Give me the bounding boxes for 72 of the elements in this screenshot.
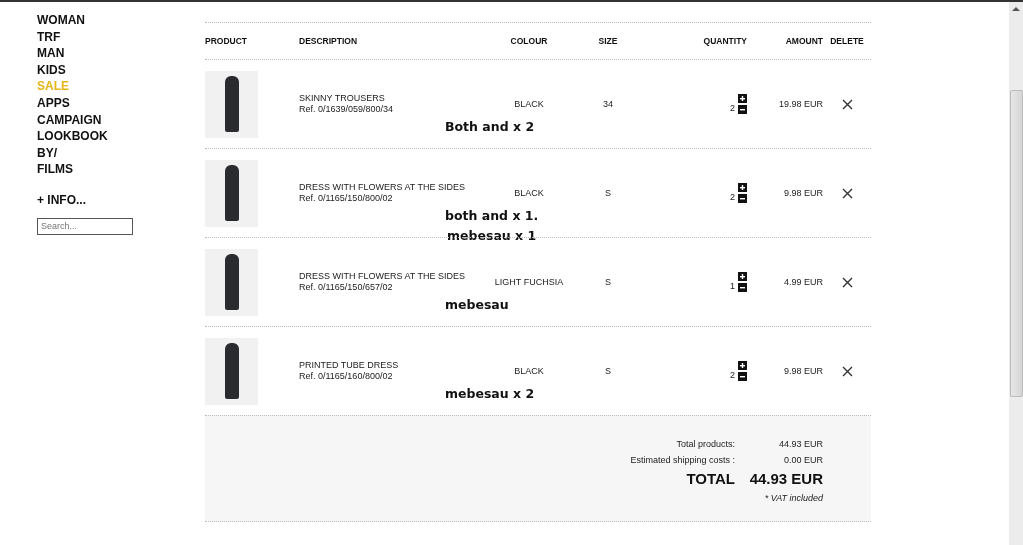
column-header: QUANTITY <box>702 36 747 46</box>
colour-text: BLACK <box>513 366 545 376</box>
size-text: S <box>604 277 612 287</box>
nav-link[interactable]: MAN <box>37 45 65 62</box>
plus-icon[interactable] <box>738 183 747 192</box>
summary-label: Estimated shipping costs : <box>630 454 735 467</box>
nav-link[interactable]: BY/ <box>37 144 57 162</box>
product-reference: Ref. 0/1639/059/800/34 <box>299 104 395 115</box>
info-link[interactable]: + INFO... <box>37 191 86 208</box>
close-icon[interactable] <box>841 276 853 288</box>
scrollbar[interactable] <box>1009 2 1023 545</box>
column-header: SIZE <box>597 36 619 46</box>
column-header: PRODUCT <box>205 36 249 46</box>
amount-text: 9.98 EUR <box>782 188 823 198</box>
nav-link[interactable]: FILMS <box>37 161 73 178</box>
column-header: AMOUNT <box>784 36 823 46</box>
amount-text: 4.99 EUR <box>782 277 823 287</box>
summary-value: 0.00 EUR <box>782 454 823 467</box>
minus-icon[interactable] <box>738 283 747 292</box>
annotation-text: mebesau x 2 <box>445 385 535 403</box>
colour-text: BLACK <box>513 99 545 109</box>
amount-text: 9.98 EUR <box>782 366 823 376</box>
minus-icon[interactable] <box>738 105 747 114</box>
colour-text: BLACK <box>513 188 545 198</box>
product-name: PRINTED TUBE DRESS <box>299 360 400 371</box>
amount-text: 19.98 EUR <box>777 99 823 109</box>
summary-label: Total products: <box>676 438 735 451</box>
nav-link[interactable]: KIDS <box>37 61 66 79</box>
size-text: S <box>604 188 612 198</box>
quantity-text: 2 <box>730 102 735 113</box>
summary-value: 44.93 EUR <box>777 438 823 451</box>
minus-icon[interactable] <box>738 194 747 203</box>
annotation-text: Both and x 2 <box>445 118 535 136</box>
column-header: COLOUR <box>509 36 549 46</box>
column-header: DELETE <box>829 36 865 46</box>
total-label: TOTAL <box>686 469 735 489</box>
close-icon[interactable] <box>841 365 853 377</box>
annotation-text: both and x 1. <box>445 207 539 225</box>
nav-link[interactable]: LOOKBOOK <box>37 128 108 145</box>
total-value: 44.93 EUR <box>748 469 823 489</box>
annotation-text: mebesau <box>445 296 509 314</box>
minus-icon[interactable] <box>738 372 747 381</box>
product-reference: Ref. 0/1165/150/800/02 <box>299 193 394 204</box>
scroll-up-icon[interactable] <box>1012 7 1020 11</box>
product-photo-placeholder <box>205 159 258 227</box>
quantity-text: 1 <box>730 280 735 291</box>
colour-text: LIGHT FUCHSIA <box>493 277 565 287</box>
quantity-text: 2 <box>730 191 735 202</box>
product-photo-placeholder <box>205 337 258 405</box>
plus-icon[interactable] <box>738 94 747 103</box>
product-reference: Ref. 0/1165/150/657/02 <box>299 282 394 293</box>
nav-link[interactable]: CAMPAIGN <box>37 111 102 129</box>
nav-link[interactable]: WOMAN <box>37 12 85 29</box>
quantity-text: 2 <box>730 369 735 380</box>
product-name: DRESS WITH FLOWERS AT THE SIDES <box>299 271 467 282</box>
product-name: SKINNY TROUSERS <box>299 93 386 104</box>
size-text: 34 <box>602 99 614 109</box>
close-icon[interactable] <box>841 98 853 110</box>
close-icon[interactable] <box>841 187 853 199</box>
column-header: DESCRIPTION <box>299 36 359 46</box>
nav-link[interactable]: APPS <box>37 94 70 112</box>
search-field[interactable]: Search... <box>37 217 133 235</box>
plus-icon[interactable] <box>738 361 747 370</box>
size-text: S <box>604 366 612 376</box>
product-name: DRESS WITH FLOWERS AT THE SIDES <box>299 182 467 193</box>
nav-link[interactable]: TRF <box>37 28 61 46</box>
scrollbar-thumb[interactable] <box>1010 90 1023 397</box>
vat-note: * VAT included <box>764 493 823 503</box>
product-photo-placeholder <box>205 248 258 316</box>
product-photo-placeholder <box>205 70 258 138</box>
product-reference: Ref. 0/1165/160/800/02 <box>299 371 394 382</box>
plus-icon[interactable] <box>738 272 747 281</box>
